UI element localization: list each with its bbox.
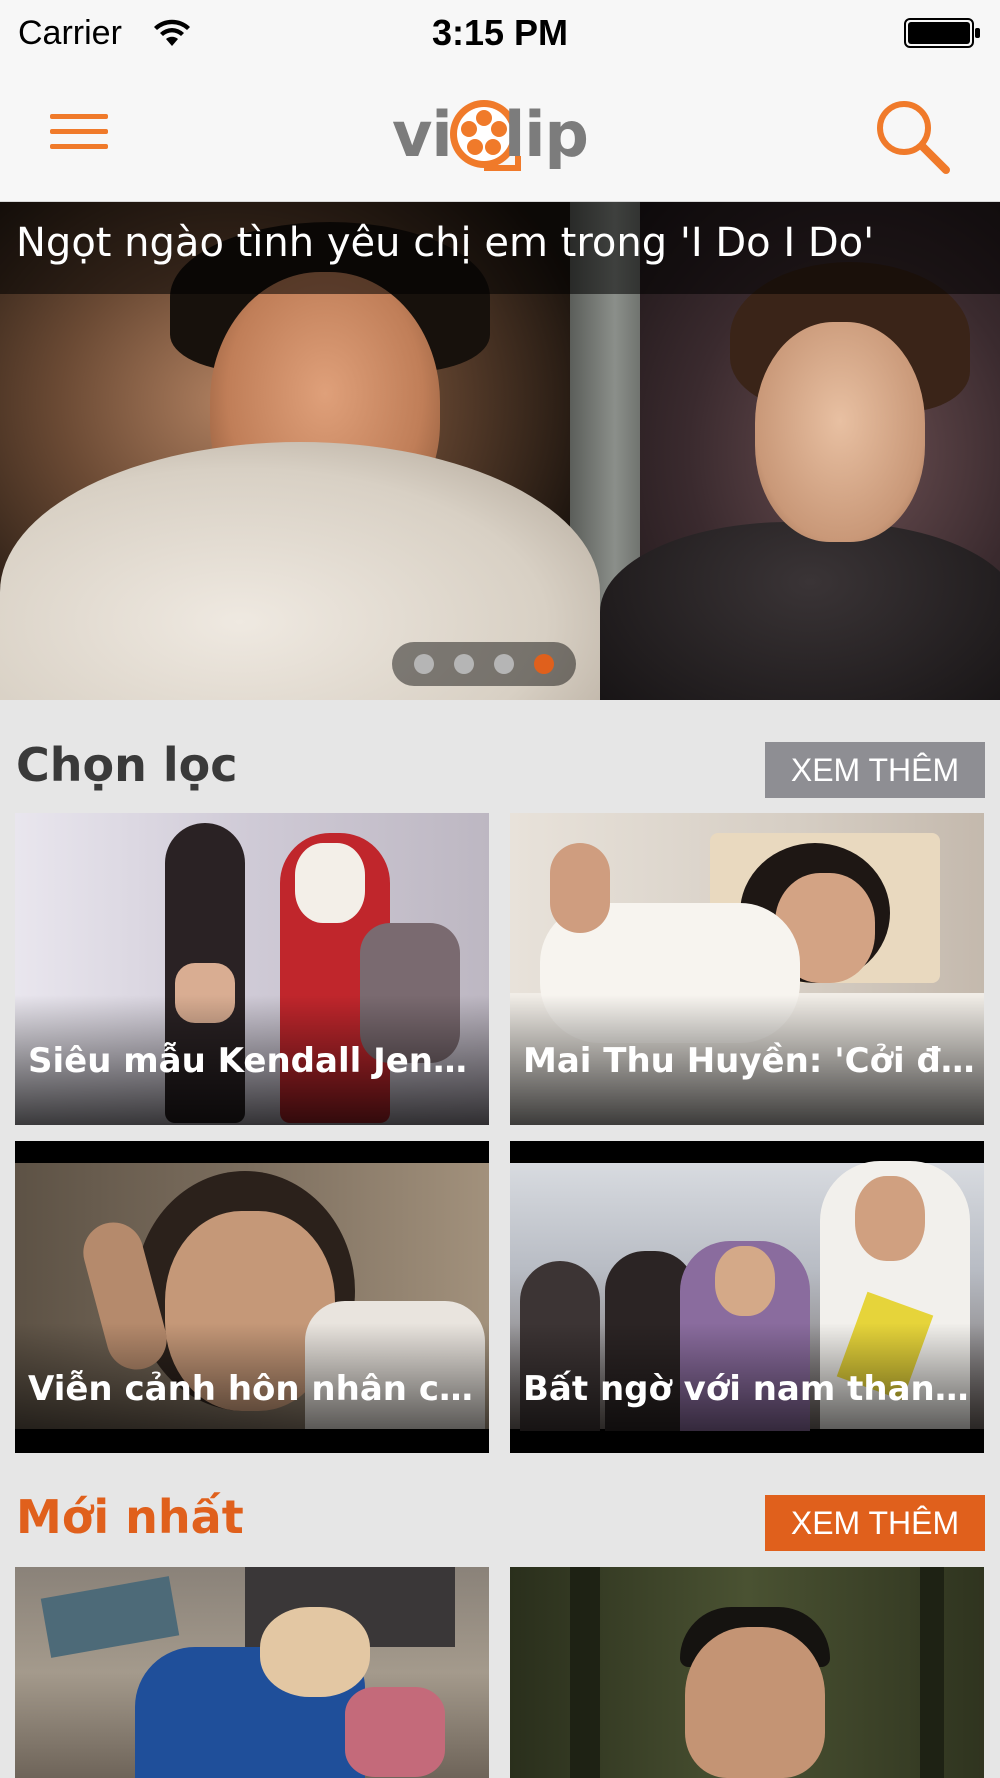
- video-title: Siêu mẫu Kendall Jenner khoe dáng: [28, 1041, 480, 1081]
- see-more-button[interactable]: XEM THÊM: [765, 742, 985, 798]
- video-card[interactable]: [15, 1567, 489, 1778]
- page-dot-active[interactable]: [534, 654, 554, 674]
- video-card[interactable]: Siêu mẫu Kendall Jenner khoe dáng: [15, 813, 489, 1125]
- video-card[interactable]: [510, 1567, 984, 1778]
- section-title-selected: Chọn lọc: [16, 738, 238, 792]
- featured-video-banner[interactable]: Ngọt ngào tình yêu chị em trong 'I Do I …: [0, 202, 1000, 700]
- video-card[interactable]: Mai Thu Huyền: 'Cởi đồ là chuyện bình th…: [510, 813, 984, 1125]
- page-indicator[interactable]: [392, 642, 576, 686]
- page-dot[interactable]: [414, 654, 434, 674]
- logo-text-left: vi: [392, 98, 453, 171]
- see-more-button[interactable]: XEM THÊM: [765, 1495, 985, 1551]
- page-dot[interactable]: [494, 654, 514, 674]
- logo-text-right: lip: [504, 98, 589, 171]
- section-title-latest: Mới nhất: [16, 1490, 244, 1544]
- status-time: 3:15 PM: [431, 12, 569, 53]
- status-bar: Carrier 3:15 PM: [0, 0, 1000, 66]
- video-title: Viễn cảnh hôn nhân cực kỳ đáng sợ: [28, 1369, 480, 1409]
- video-card[interactable]: Viễn cảnh hôn nhân cực kỳ đáng sợ: [15, 1141, 489, 1453]
- app-logo: vi lip: [392, 90, 612, 180]
- battery-icon: [904, 18, 980, 48]
- video-title: Bất ngờ với nam thanh niên: [523, 1369, 975, 1409]
- video-card[interactable]: Bất ngờ với nam thanh niên: [510, 1141, 984, 1453]
- hamburger-menu-icon[interactable]: [44, 104, 114, 158]
- video-title: Mai Thu Huyền: 'Cởi đồ là chuyện bình th…: [523, 1041, 975, 1081]
- page-dot[interactable]: [454, 654, 474, 674]
- hero-title-bar: Ngọt ngào tình yêu chị em trong 'I Do I …: [0, 202, 1000, 294]
- navigation-bar: vi lip: [0, 66, 1000, 202]
- search-icon[interactable]: [870, 94, 954, 178]
- hero-title: Ngọt ngào tình yêu chị em trong 'I Do I …: [16, 220, 875, 266]
